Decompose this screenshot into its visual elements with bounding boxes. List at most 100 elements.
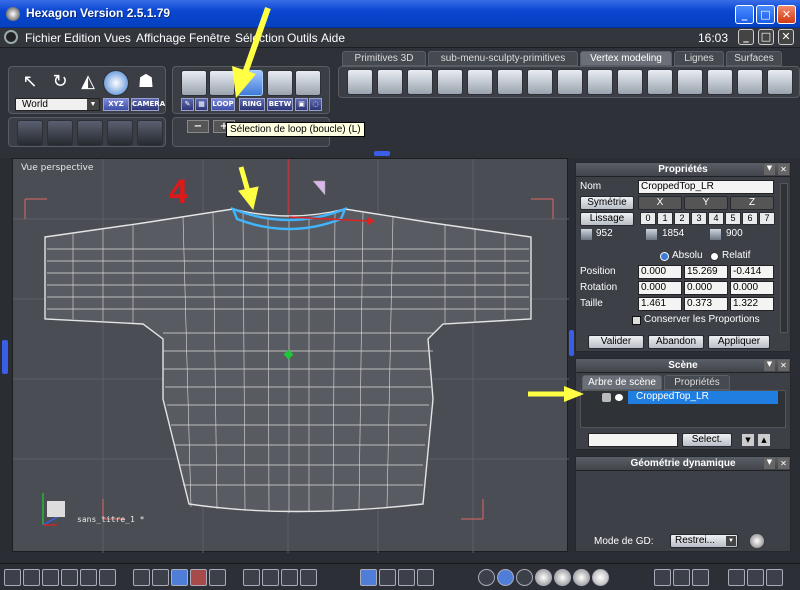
smooth-tool-icon[interactable] xyxy=(707,69,733,95)
inner-restore-button[interactable]: □ xyxy=(758,29,774,45)
object-group-icon[interactable] xyxy=(747,569,764,586)
rotation-z-field[interactable]: 0.000 xyxy=(730,281,774,295)
menu-edition[interactable]: Edition xyxy=(64,31,101,45)
size-z-field[interactable]: 1.322 xyxy=(730,297,774,311)
smooth-level-2[interactable]: 2 xyxy=(674,212,690,225)
select-arrow-icon[interactable]: ↖ xyxy=(17,70,43,96)
inner-close-button[interactable]: ✕ xyxy=(778,29,794,45)
light-3-icon[interactable] xyxy=(692,569,709,586)
grow-select-icon[interactable]: ▣ xyxy=(295,98,308,111)
solid-icon[interactable] xyxy=(47,120,73,146)
grid-active-icon[interactable] xyxy=(171,569,188,586)
smoothing-button[interactable]: Lissage xyxy=(580,212,634,226)
dyn-close-icon[interactable]: ✕ xyxy=(778,458,789,469)
shading-icon[interactable] xyxy=(17,120,43,146)
render-textured-icon[interactable] xyxy=(554,569,571,586)
xyz-button[interactable]: XYZ xyxy=(103,98,129,111)
extrude-tool-icon[interactable] xyxy=(347,69,373,95)
close-button[interactable]: ✕ xyxy=(777,5,796,24)
light-1-icon[interactable] xyxy=(654,569,671,586)
universal-tool-icon[interactable] xyxy=(103,70,129,96)
tab-surfaces[interactable]: Surfaces xyxy=(726,51,782,66)
smooth-level-0[interactable]: 0 xyxy=(640,212,656,225)
symmetry-button[interactable]: Symétrie xyxy=(580,196,634,210)
tab-sculpty-primitives[interactable]: sub-menu-sculpty-primitives xyxy=(428,51,578,66)
right-splitter-icon[interactable] xyxy=(569,330,574,356)
brush-select-icon[interactable]: ✎ xyxy=(181,98,194,111)
tab-scene-tree[interactable]: Arbre de scène xyxy=(582,375,662,390)
absolute-radio[interactable] xyxy=(660,252,669,261)
position-x-field[interactable]: 0.000 xyxy=(638,265,682,279)
flatten-tool-icon[interactable] xyxy=(737,69,763,95)
layout-four-icon[interactable] xyxy=(99,569,116,586)
object-cube-icon[interactable] xyxy=(728,569,745,586)
render-shaded-icon[interactable] xyxy=(535,569,552,586)
shrink-select-icon[interactable]: ◌ xyxy=(309,98,322,111)
manip-axes-icon[interactable] xyxy=(360,569,377,586)
top-splitter-icon[interactable] xyxy=(374,151,390,156)
smooth-level-4[interactable]: 4 xyxy=(708,212,724,225)
view-pan-icon[interactable] xyxy=(262,569,279,586)
tab-lignes[interactable]: Lignes xyxy=(674,51,724,66)
bevel-tool-icon[interactable] xyxy=(377,69,403,95)
render-final-icon[interactable] xyxy=(592,569,609,586)
properties-close-icon[interactable]: ✕ xyxy=(778,164,789,175)
properties-scrollbar[interactable] xyxy=(780,183,788,333)
gd-mode-select[interactable]: Restrei... ▼ xyxy=(670,534,738,548)
object-mesh-icon[interactable] xyxy=(766,569,783,586)
render-smooth-icon[interactable] xyxy=(497,569,514,586)
layout-split-h-icon[interactable] xyxy=(42,569,59,586)
position-z-field[interactable]: -0.414 xyxy=(730,265,774,279)
grid-snap-icon[interactable] xyxy=(133,569,150,586)
view-fit-icon[interactable] xyxy=(243,569,260,586)
layout-split-v-icon[interactable] xyxy=(61,569,78,586)
layout-quad-icon[interactable] xyxy=(23,569,40,586)
minimize-button[interactable]: _ xyxy=(735,5,754,24)
layout-three-icon[interactable] xyxy=(80,569,97,586)
grid-dots-icon[interactable] xyxy=(209,569,226,586)
weld-tool-icon[interactable] xyxy=(557,69,583,95)
grid-on-icon[interactable] xyxy=(152,569,169,586)
scene-up-icon[interactable]: ▲ xyxy=(758,434,770,446)
collapse-tool-icon[interactable] xyxy=(617,69,643,95)
paint-select-icon[interactable]: ▦ xyxy=(195,98,208,111)
rotate-tool-icon[interactable]: ↻ xyxy=(47,70,73,96)
gd-sphere-icon[interactable] xyxy=(750,534,764,548)
zoom-minus-button[interactable]: − xyxy=(187,120,209,133)
scene-menu-icon[interactable]: ▼ xyxy=(764,360,775,371)
manip-tools-icon[interactable] xyxy=(379,569,396,586)
smooth-level-3[interactable]: 3 xyxy=(691,212,707,225)
size-y-field[interactable]: 0.373 xyxy=(684,297,728,311)
sym-z-button[interactable]: Z xyxy=(730,196,774,210)
bounding-box-icon[interactable] xyxy=(137,120,163,146)
size-x-field[interactable]: 1.461 xyxy=(638,297,682,311)
ghost-tool-icon[interactable]: ☗ xyxy=(133,70,159,96)
properties-menu-icon[interactable]: ▼ xyxy=(764,164,775,175)
name-field[interactable]: CroppedTop_LR xyxy=(638,180,774,194)
scene-close-icon[interactable]: ✕ xyxy=(778,360,789,371)
left-splitter-icon[interactable] xyxy=(2,340,8,374)
wireframe-icon[interactable] xyxy=(77,120,103,146)
render-material-icon[interactable] xyxy=(573,569,590,586)
dyn-menu-icon[interactable]: ▼ xyxy=(764,458,775,469)
scene-search-input[interactable] xyxy=(588,433,678,447)
scene-down-icon[interactable]: ▼ xyxy=(742,434,754,446)
keep-proportions-checkbox[interactable] xyxy=(632,316,641,325)
relative-radio[interactable] xyxy=(710,252,719,261)
viewport-perspective[interactable]: Vue perspective 4 sans_titre_1 * xyxy=(12,158,569,553)
position-y-field[interactable]: 15.269 xyxy=(684,265,728,279)
view-orbit-icon[interactable] xyxy=(300,569,317,586)
menu-affichage[interactable]: Affichage xyxy=(136,31,186,45)
layout-single-icon[interactable] xyxy=(4,569,21,586)
render-flat-icon[interactable] xyxy=(516,569,533,586)
slice-tool-icon[interactable] xyxy=(527,69,553,95)
subdivide-tool-icon[interactable] xyxy=(647,69,673,95)
rotation-x-field[interactable]: 0.000 xyxy=(638,281,682,295)
chamfer-tool-icon[interactable] xyxy=(437,69,463,95)
delete-tool-icon[interactable] xyxy=(767,69,793,95)
edges-icon[interactable] xyxy=(107,120,133,146)
abandon-button[interactable]: Abandon xyxy=(648,335,704,349)
sym-x-button[interactable]: X xyxy=(638,196,682,210)
lock-icon[interactable] xyxy=(602,393,611,402)
menu-aide[interactable]: Aide xyxy=(321,31,345,45)
